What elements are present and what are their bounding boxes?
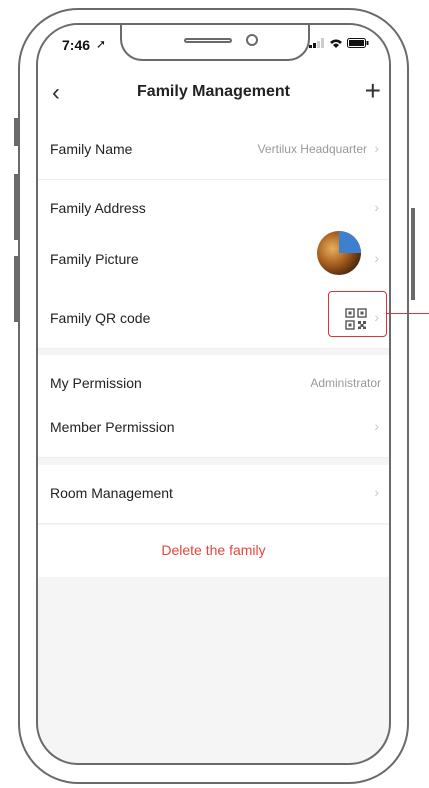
camera-icon	[246, 34, 258, 46]
notch	[120, 25, 310, 61]
row-label: Family Address	[50, 200, 146, 216]
row-room-management[interactable]: Room Management ›	[38, 465, 389, 524]
page-title: Family Management	[137, 83, 290, 100]
chevron-right-icon: ›	[374, 250, 379, 266]
qr-highlight-box	[328, 291, 387, 337]
navbar: ‹ Family Management +	[38, 65, 389, 121]
signal-icon	[309, 38, 324, 48]
status-icons	[309, 38, 369, 48]
row-label: Family Picture	[50, 251, 139, 267]
plus-icon[interactable]: +	[365, 75, 381, 107]
callout-line	[387, 313, 429, 314]
screen: 7:46 ➚ ‹ Family Management + Family Name…	[36, 23, 391, 765]
volume-down-button	[14, 256, 18, 322]
speaker-icon	[184, 38, 232, 43]
power-button	[411, 208, 415, 300]
row-label: Family Name	[50, 141, 133, 157]
delete-family-label: Delete the family	[161, 542, 266, 558]
row-label: Member Permission	[50, 419, 175, 435]
family-picture-avatar[interactable]	[317, 231, 361, 275]
volume-up-button	[14, 174, 18, 240]
chevron-right-icon: ›	[374, 418, 379, 434]
family-name-value: Vertilux Headquarter	[257, 142, 367, 156]
permission-value: Administrator	[310, 376, 381, 390]
row-family-name[interactable]: Family Name Vertilux Headquarter ›	[38, 121, 389, 180]
row-member-permission[interactable]: Member Permission ›	[38, 399, 389, 458]
chevron-right-icon: ›	[374, 199, 379, 215]
row-label: Family QR code	[50, 310, 151, 326]
mute-switch	[14, 118, 18, 146]
chevron-right-icon: ›	[374, 140, 379, 156]
battery-icon	[347, 38, 369, 48]
row-label: Room Management	[50, 485, 173, 501]
location-arrow-icon: ➚	[96, 37, 107, 51]
row-family-picture[interactable]: Family Picture ›	[38, 228, 389, 293]
chevron-right-icon: ›	[374, 484, 379, 500]
row-label: My Permission	[50, 375, 142, 391]
wifi-icon	[330, 39, 342, 48]
status-time: 7:46	[62, 37, 91, 53]
delete-family-button[interactable]: Delete the family	[38, 525, 389, 577]
